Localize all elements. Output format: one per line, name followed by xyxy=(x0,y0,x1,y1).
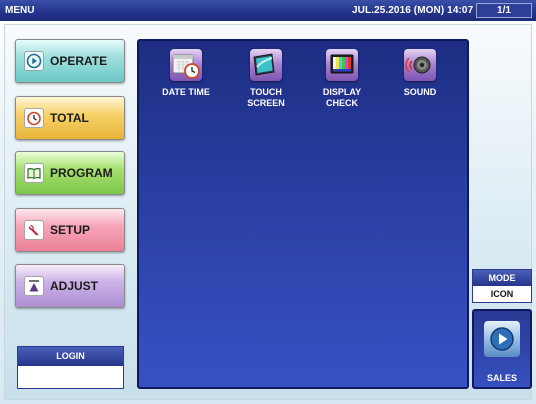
display-check-item[interactable]: DISPLAY CHECK xyxy=(305,49,379,109)
title-bar: MENU JUL.25.2016 (MON) 14:07 1/1 xyxy=(0,0,536,21)
mode-label: MODE xyxy=(473,270,531,286)
play-circle-icon xyxy=(24,51,44,71)
touch-screen-icon xyxy=(250,49,282,81)
adjust-button[interactable]: ADJUST xyxy=(15,264,125,308)
sound-label: SOUND xyxy=(403,87,437,97)
page-indicator: 1/1 xyxy=(476,3,532,18)
scale-icon xyxy=(24,276,44,296)
speaker-icon xyxy=(404,49,436,81)
sales-button[interactable]: SALES xyxy=(472,309,532,389)
display-check-icon xyxy=(326,49,358,81)
adjust-label: ADJUST xyxy=(50,279,99,293)
screen-title: MENU xyxy=(5,5,35,16)
touch-screen-label: TOUCH SCREEN xyxy=(247,87,285,108)
sound-item[interactable]: SOUND xyxy=(383,49,457,98)
sales-play-icon xyxy=(484,321,520,357)
mode-toggle[interactable]: MODE ICON xyxy=(472,269,532,303)
login-label: LOGIN xyxy=(18,347,123,366)
menu-panel: DATE TIME TOUCH SCREEN DISPLAY CHECK SOU… xyxy=(137,39,469,389)
program-label: PROGRAM xyxy=(50,166,113,180)
operate-label: OPERATE xyxy=(50,54,108,68)
book-icon xyxy=(24,163,44,183)
setup-label: SETUP xyxy=(50,223,91,237)
date-time-display: JUL.25.2016 (MON) 14:07 xyxy=(352,5,474,16)
operate-button[interactable]: OPERATE xyxy=(15,39,125,83)
program-button[interactable]: PROGRAM xyxy=(15,151,125,195)
date-time-label: DATE TIME xyxy=(162,87,210,97)
setup-button[interactable]: SETUP xyxy=(15,208,125,252)
sales-label: SALES xyxy=(486,373,517,383)
clock-icon xyxy=(24,108,44,128)
total-label: TOTAL xyxy=(50,111,89,125)
login-value xyxy=(18,366,123,388)
mode-value: ICON xyxy=(490,289,514,299)
total-button[interactable]: TOTAL xyxy=(15,96,125,140)
touch-screen-item[interactable]: TOUCH SCREEN xyxy=(229,49,303,109)
display-check-label: DISPLAY CHECK xyxy=(322,87,362,108)
wrench-icon xyxy=(24,220,44,240)
calendar-clock-icon xyxy=(170,49,202,81)
date-time-item[interactable]: DATE TIME xyxy=(149,49,223,98)
login-box[interactable]: LOGIN xyxy=(17,346,124,389)
